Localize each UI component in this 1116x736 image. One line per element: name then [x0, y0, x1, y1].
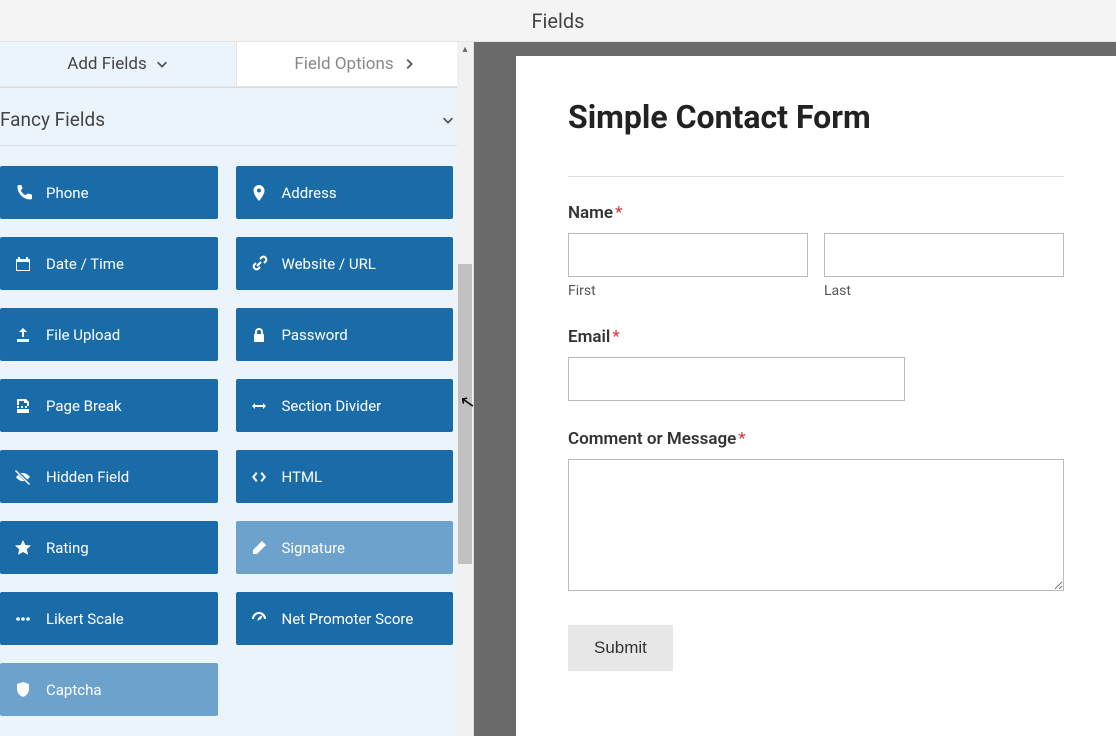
first-sublabel: First — [568, 283, 808, 299]
eye-slash-icon — [14, 468, 32, 486]
arrows-h-icon — [250, 397, 268, 415]
ellipsis-icon — [14, 610, 32, 628]
field-password[interactable]: Password — [236, 308, 454, 361]
title-divider — [568, 176, 1064, 177]
field-label: Phone — [46, 184, 89, 202]
panel-tabs: Add Fields Field Options — [0, 42, 473, 87]
field-label: HTML — [282, 468, 323, 486]
comment-label: Comment or Message* — [568, 429, 1064, 449]
field-label: Likert Scale — [46, 610, 124, 628]
field-label: Date / Time — [46, 255, 124, 273]
field-net-promoter-score[interactable]: Net Promoter Score — [236, 592, 454, 645]
required-mark: * — [612, 327, 619, 347]
field-rating[interactable]: Rating — [0, 521, 218, 574]
tab-field-options[interactable]: Field Options — [236, 42, 473, 87]
field-label: Signature — [282, 539, 346, 557]
chevron-right-icon — [402, 57, 416, 71]
upload-icon — [14, 326, 32, 344]
code-icon — [250, 468, 268, 486]
field-website-url[interactable]: Website / URL — [236, 237, 454, 290]
field-label: Rating — [46, 539, 89, 557]
last-name-input[interactable] — [824, 233, 1064, 277]
email-label: Email* — [568, 327, 1064, 347]
section-fancy-fields[interactable]: Fancy Fields — [0, 90, 473, 146]
name-label-text: Name — [568, 203, 613, 223]
field-label: Captcha — [46, 681, 102, 699]
email-input[interactable] — [568, 357, 905, 401]
dashboard-icon — [250, 610, 268, 628]
page-break-icon — [14, 397, 32, 415]
tab-field-options-label: Field Options — [294, 54, 393, 74]
email-label-text: Email — [568, 327, 610, 347]
star-icon — [14, 539, 32, 557]
field-label: Net Promoter Score — [282, 610, 414, 628]
fields-grid: Phone Address Date / Time Website / URL File… — [0, 146, 473, 736]
required-mark: * — [615, 203, 622, 223]
field-html[interactable]: HTML — [236, 450, 454, 503]
comment-label-text: Comment or Message — [568, 429, 736, 449]
field-label: Page Break — [46, 397, 122, 415]
phone-icon — [14, 184, 32, 202]
field-hidden-field[interactable]: Hidden Field — [0, 450, 218, 503]
field-date-time[interactable]: Date / Time — [0, 237, 218, 290]
field-label: Password — [282, 326, 348, 344]
field-label: Hidden Field — [46, 468, 129, 486]
shield-icon — [14, 681, 32, 699]
header-title: Fields — [0, 0, 1116, 42]
lock-icon — [250, 326, 268, 344]
field-label: Website / URL — [282, 255, 376, 273]
tab-add-fields[interactable]: Add Fields — [0, 42, 236, 87]
comment-textarea[interactable] — [568, 459, 1064, 591]
calendar-icon — [14, 255, 32, 273]
sidebar-scrollbar[interactable]: ▴ — [457, 42, 473, 736]
first-name-input[interactable] — [568, 233, 808, 277]
field-page-break[interactable]: Page Break — [0, 379, 218, 432]
submit-button[interactable]: Submit — [568, 625, 673, 671]
name-label: Name* — [568, 203, 1064, 223]
section-title: Fancy Fields — [0, 108, 105, 131]
form-canvas: Simple Contact Form Name* First Last Ema… — [516, 56, 1116, 736]
field-captcha[interactable]: Captcha — [0, 663, 218, 716]
field-phone[interactable]: Phone — [0, 166, 218, 219]
chevron-down-icon — [441, 113, 455, 127]
field-label: Section Divider — [282, 397, 382, 415]
field-section-divider[interactable]: Section Divider — [236, 379, 454, 432]
last-sublabel: Last — [824, 283, 1064, 299]
tab-add-fields-label: Add Fields — [67, 54, 147, 74]
scroll-up-arrow-icon[interactable]: ▴ — [457, 44, 473, 55]
field-label: File Upload — [46, 326, 120, 344]
map-marker-icon — [250, 184, 268, 202]
form-preview-area: Simple Contact Form Name* First Last Ema… — [474, 42, 1116, 736]
field-signature[interactable]: Signature — [236, 521, 454, 574]
left-panel: Add Fields Field Options Fancy Fields Ph… — [0, 42, 474, 736]
link-icon — [250, 255, 268, 273]
field-address[interactable]: Address — [236, 166, 454, 219]
field-label: Address — [282, 184, 337, 202]
field-file-upload[interactable]: File Upload — [0, 308, 218, 361]
scrollbar-thumb[interactable] — [458, 264, 472, 564]
chevron-down-icon — [155, 57, 169, 71]
field-likert-scale[interactable]: Likert Scale — [0, 592, 218, 645]
required-mark: * — [738, 429, 745, 449]
pencil-icon — [250, 539, 268, 557]
form-title: Simple Contact Form — [568, 98, 1064, 136]
